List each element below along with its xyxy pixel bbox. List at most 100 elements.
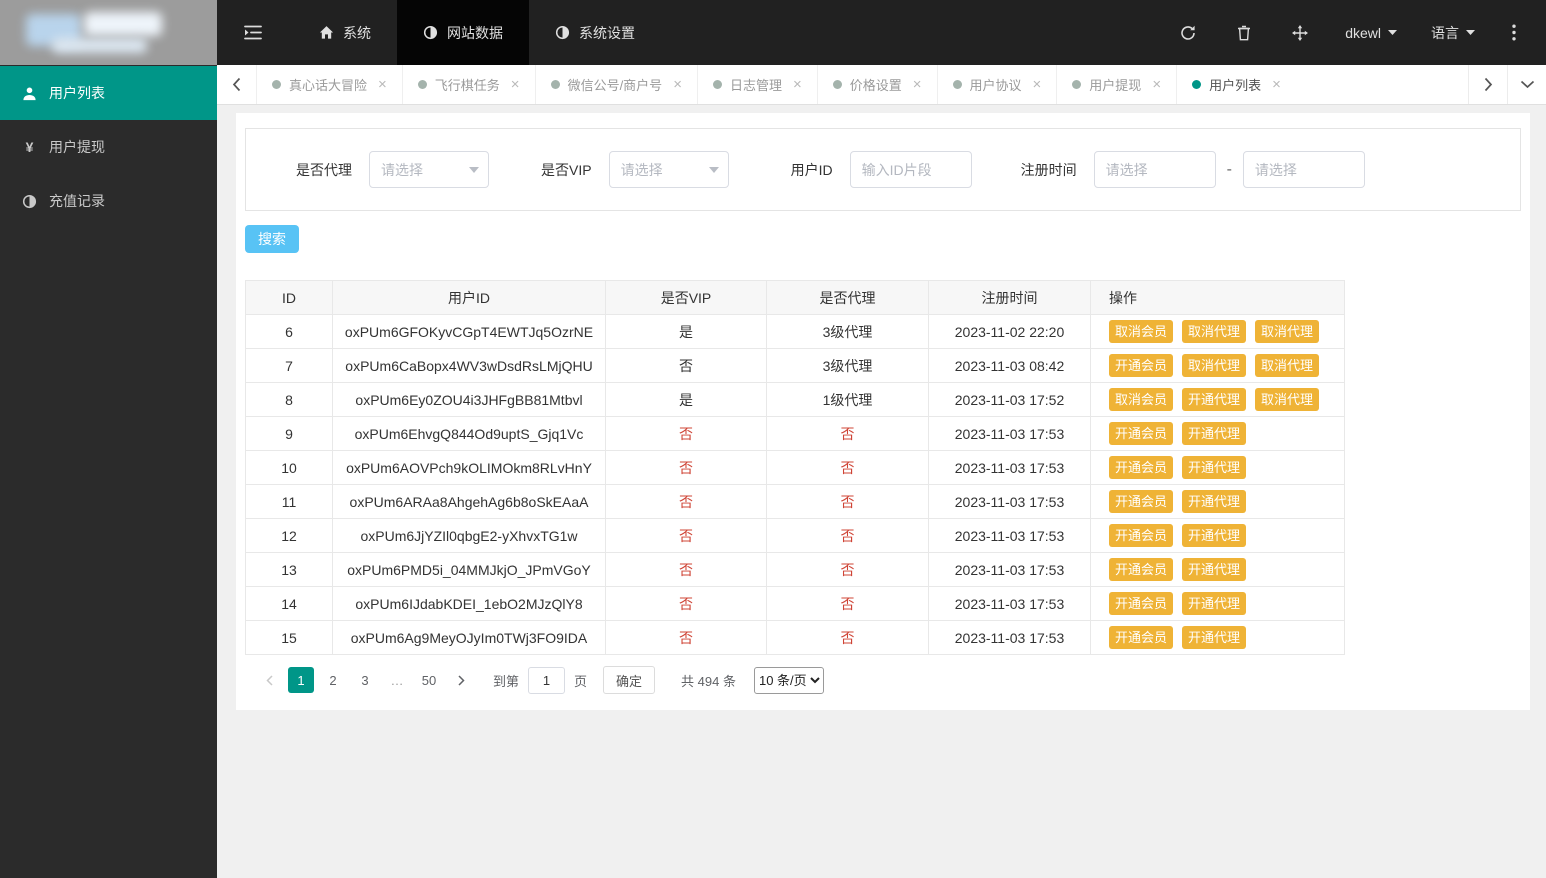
cell-vip: 否 xyxy=(605,518,767,553)
action-button[interactable]: 取消代理 xyxy=(1255,354,1320,377)
prev-page-button[interactable] xyxy=(256,667,282,693)
action-button[interactable]: 取消代理 xyxy=(1255,388,1320,411)
nav-item-system[interactable]: 系统 xyxy=(293,0,397,65)
action-button[interactable]: 取消代理 xyxy=(1182,320,1247,343)
page-button[interactable]: 1 xyxy=(288,667,314,693)
cell-actions: 取消会员 取消代理 取消代理 xyxy=(1090,314,1345,349)
cell-user-id: oxPUm6GFOKyvCGpT4EWTJq5OzrNE xyxy=(332,314,606,349)
caret-down-icon xyxy=(469,167,479,178)
search-button[interactable]: 搜索 xyxy=(245,225,299,253)
action-button[interactable]: 开通代理 xyxy=(1182,388,1247,411)
cell-reg-time: 2023-11-03 17:53 xyxy=(928,518,1091,553)
action-button[interactable]: 开通代理 xyxy=(1182,422,1247,445)
close-icon[interactable]: × xyxy=(793,77,802,92)
cell-user-id: oxPUm6PMD5i_04MMJkjO_JPmVGoY xyxy=(332,552,606,587)
tabs-scroll-left-button[interactable] xyxy=(217,65,256,104)
action-button[interactable]: 开通会员 xyxy=(1109,524,1174,547)
filter-userid-label: 用户ID xyxy=(790,161,833,178)
tab-6[interactable]: 用户协议 × xyxy=(936,65,1057,104)
tab-4[interactable]: 日志管理 × xyxy=(696,65,817,104)
cell-reg-time: 2023-11-03 17:53 xyxy=(928,450,1091,485)
close-icon[interactable]: × xyxy=(673,77,682,92)
action-button[interactable]: 开通代理 xyxy=(1182,592,1247,615)
action-button[interactable]: 开通会员 xyxy=(1109,422,1174,445)
action-button[interactable]: 开通会员 xyxy=(1109,490,1174,513)
per-page-select[interactable]: 10 条/页 xyxy=(753,666,824,694)
action-button[interactable]: 取消会员 xyxy=(1109,388,1174,411)
action-button[interactable]: 取消代理 xyxy=(1182,354,1247,377)
close-icon[interactable]: × xyxy=(1152,77,1161,92)
action-button[interactable]: 开通会员 xyxy=(1109,354,1174,377)
tabs-dropdown-button[interactable] xyxy=(1507,65,1546,104)
table-row: 6 oxPUm6GFOKyvCGpT4EWTJq5OzrNE 是 3级代理 2023-1… xyxy=(245,314,1345,349)
action-button[interactable]: 开通会员 xyxy=(1109,558,1174,581)
sidebar-item-user-withdraw[interactable]: ¥ 用户提现 xyxy=(0,120,217,174)
tab-7[interactable]: 用户提现 × xyxy=(1056,65,1176,104)
page-list: 1 2 3… 50 xyxy=(285,667,445,693)
cell-agent: 否 xyxy=(766,416,929,451)
tab-label: 微信公号/商户号 xyxy=(567,78,663,93)
nav-item-site-data[interactable]: 网站数据 xyxy=(397,0,529,65)
goto-page-input[interactable] xyxy=(528,666,566,694)
goto-label: 到第 xyxy=(493,673,520,689)
action-button[interactable]: 开通代理 xyxy=(1182,626,1247,649)
action-button[interactable]: 开通会员 xyxy=(1109,592,1174,615)
close-icon[interactable]: × xyxy=(378,77,387,92)
more-menu-button[interactable] xyxy=(1492,24,1536,41)
cell-agent: 否 xyxy=(766,586,929,621)
nav-item-system-settings[interactable]: 系统设置 xyxy=(529,0,661,65)
menu-toggle-button[interactable] xyxy=(217,0,289,65)
table-row: 13 oxPUm6PMD5i_04MMJkjO_JPmVGoY 否否 2023-11-… xyxy=(245,552,1345,587)
column-header: 操作 xyxy=(1090,280,1345,315)
tab-2[interactable]: 飞行棋任务 × xyxy=(401,65,535,104)
user-id-input[interactable] xyxy=(849,151,972,188)
close-icon[interactable]: × xyxy=(1033,77,1042,92)
tab-label: 用户协议 xyxy=(969,78,1022,93)
next-page-button[interactable] xyxy=(448,667,474,693)
tab-1[interactable]: 真心话大冒险 × xyxy=(256,65,402,104)
tab-5[interactable]: 价格设置 × xyxy=(816,65,937,104)
goto-confirm-button[interactable]: 确定 xyxy=(603,666,656,694)
logo xyxy=(0,0,217,65)
action-button[interactable]: 开通代理 xyxy=(1182,456,1247,479)
cell-user-id: oxPUm6Ey0ZOU4i3JHFgBB81Mtbvl xyxy=(332,382,606,417)
action-button[interactable]: 开通代理 xyxy=(1182,558,1247,581)
action-button[interactable]: 开通代理 xyxy=(1182,490,1247,513)
page-button[interactable]: 50 xyxy=(416,667,442,693)
action-button[interactable]: 开通代理 xyxy=(1182,524,1247,547)
table-row: 15 oxPUm6Ag9MeyOJyIm0TWj3FO9IDA 否否 2023-11-… xyxy=(245,620,1345,655)
close-icon[interactable]: × xyxy=(511,77,520,92)
cell-id: 11 xyxy=(245,484,333,519)
action-button[interactable]: 取消会员 xyxy=(1109,320,1174,343)
refresh-button[interactable] xyxy=(1160,25,1216,41)
cell-agent: 否 xyxy=(766,552,929,587)
sidebar-item-user-list[interactable]: 用户列表 xyxy=(0,66,217,120)
clear-cache-button[interactable] xyxy=(1216,25,1272,41)
home-icon xyxy=(319,25,334,40)
cell-actions: 开通会员 开通代理 xyxy=(1090,416,1345,451)
language-dropdown[interactable]: 语言 xyxy=(1414,23,1492,43)
close-icon[interactable]: × xyxy=(913,77,922,92)
tab-label: 价格设置 xyxy=(849,78,902,93)
vip-filter-select[interactable]: 请选择 xyxy=(608,151,729,188)
tab-dot-icon xyxy=(952,80,962,89)
tab-3[interactable]: 微信公号/商户号 × xyxy=(534,65,697,104)
tab-8[interactable]: 用户列表 × xyxy=(1176,65,1296,104)
close-icon[interactable]: × xyxy=(1272,77,1281,92)
page-button[interactable]: … xyxy=(384,667,410,693)
fullscreen-button[interactable] xyxy=(1272,24,1328,41)
action-button[interactable]: 取消代理 xyxy=(1255,320,1320,343)
nav-label: 网站数据 xyxy=(447,24,503,41)
page-button[interactable]: 2 xyxy=(320,667,346,693)
regtime-start-input[interactable] xyxy=(1093,151,1216,188)
page-button[interactable]: 3 xyxy=(352,667,378,693)
agent-filter-select[interactable]: 请选择 xyxy=(369,151,489,188)
cell-id: 7 xyxy=(245,348,333,383)
regtime-end-input[interactable] xyxy=(1242,151,1365,188)
tabs-scroll-right-button[interactable] xyxy=(1468,65,1507,104)
username: dkewl xyxy=(1345,24,1381,41)
user-dropdown[interactable]: dkewl xyxy=(1328,25,1414,41)
action-button[interactable]: 开通会员 xyxy=(1109,456,1174,479)
sidebar-item-recharge-records[interactable]: 充值记录 xyxy=(0,174,217,228)
action-button[interactable]: 开通会员 xyxy=(1109,626,1174,649)
